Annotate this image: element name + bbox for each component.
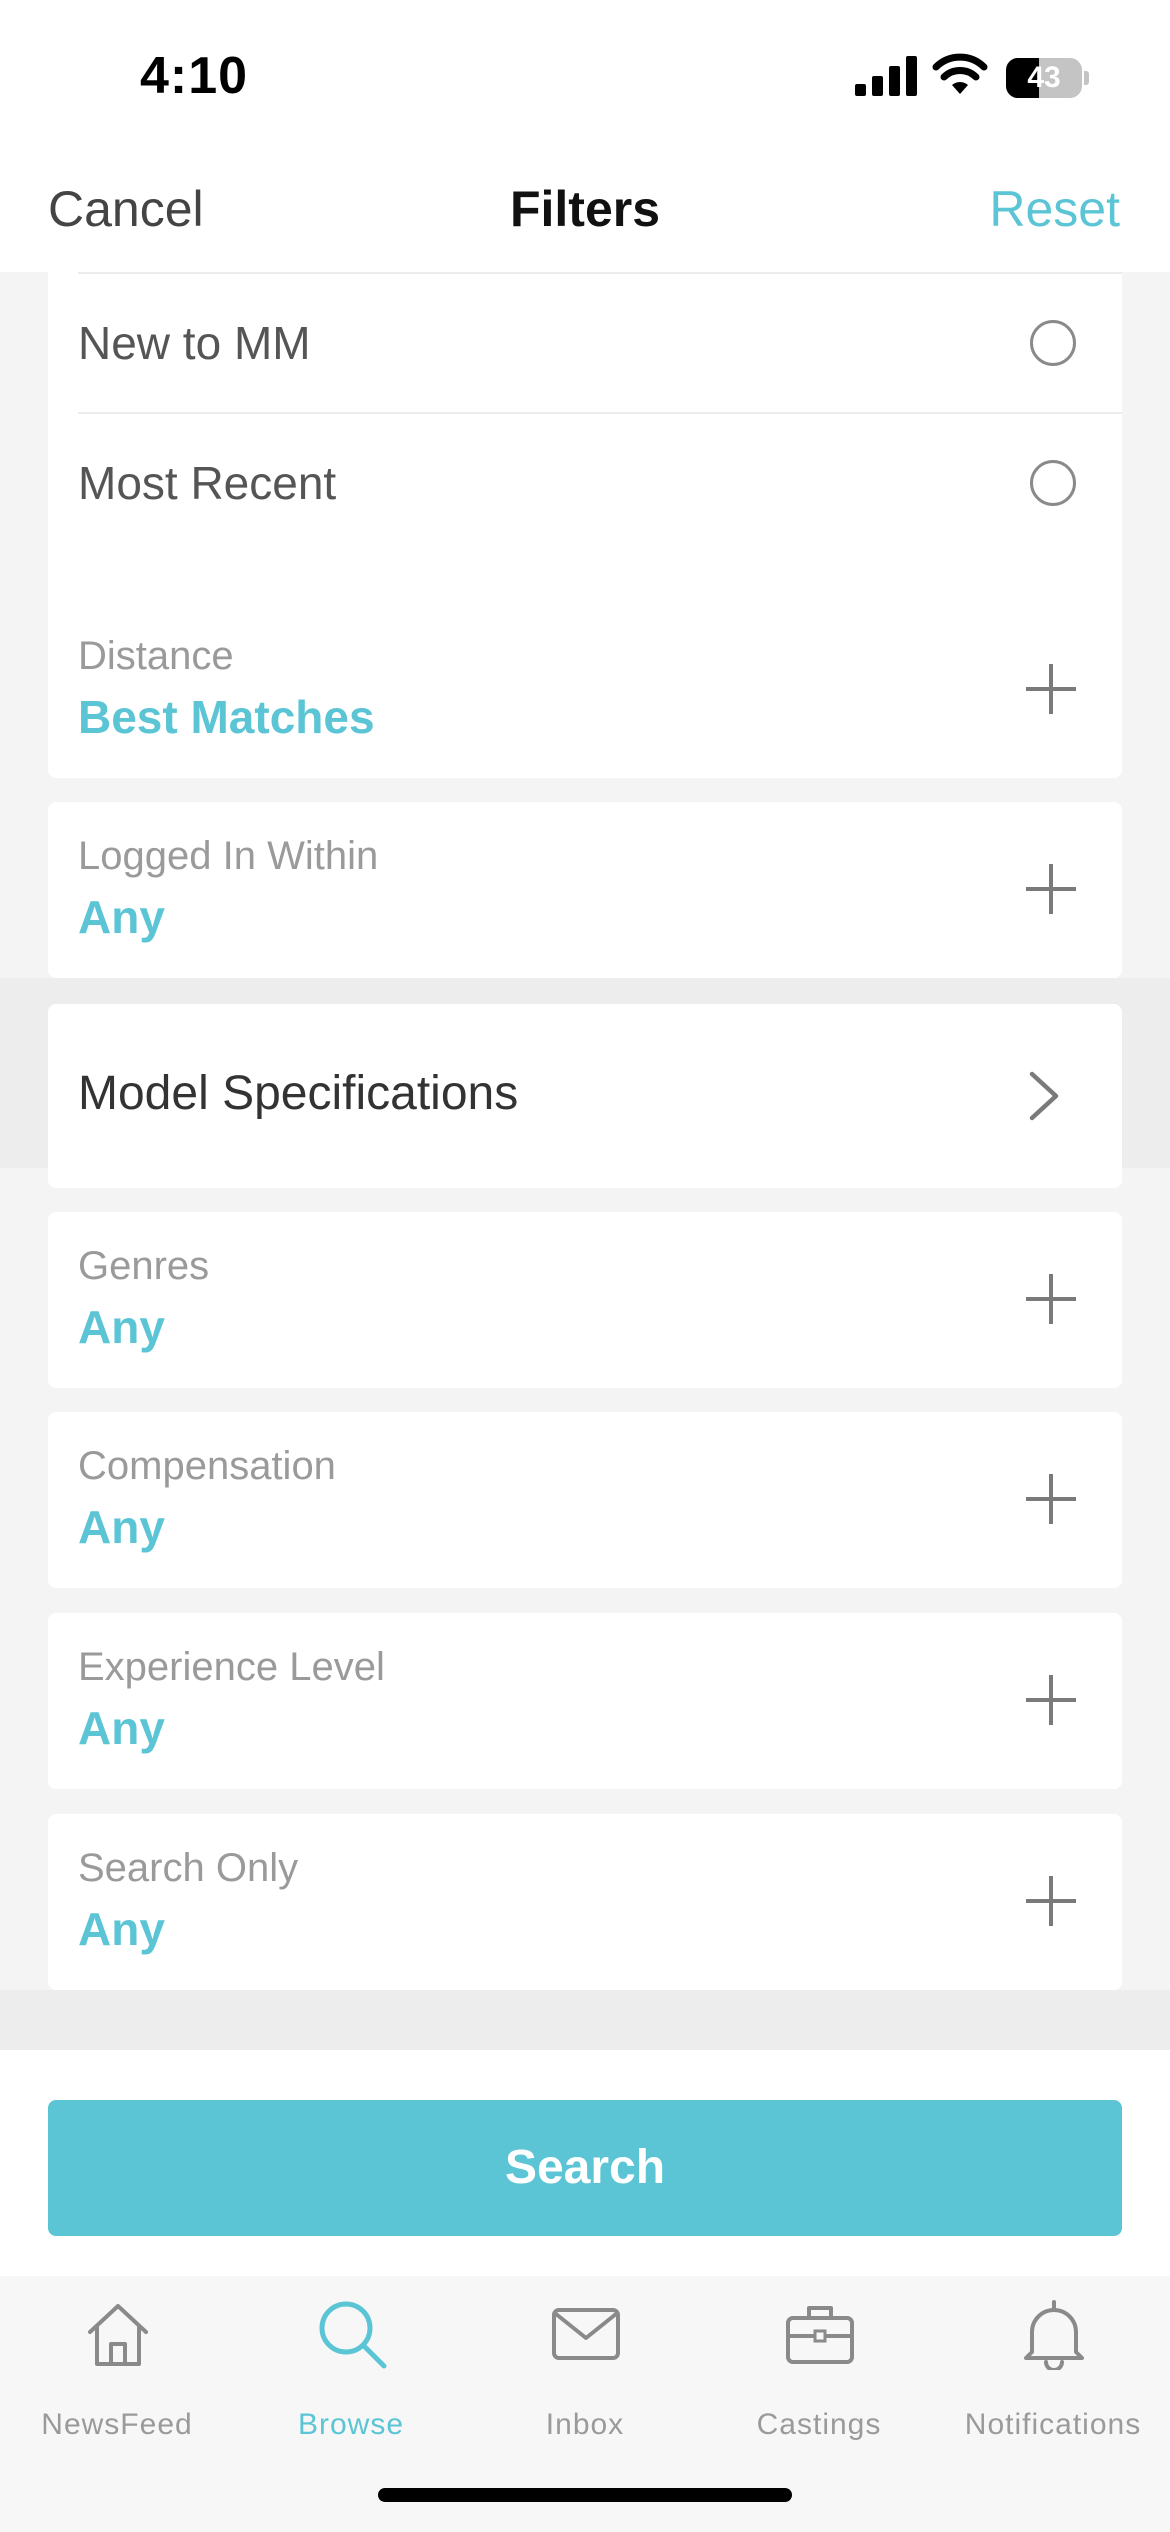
filter-logged-in-within[interactable]: Logged In Within Any xyxy=(48,802,1122,978)
model-specifications-label: Model Specifications xyxy=(78,1067,519,1120)
filter-genres[interactable]: Genres Any xyxy=(48,1212,1122,1388)
home-indicator[interactable] xyxy=(378,2488,792,2502)
sort-option-most-recent[interactable]: Most Recent xyxy=(78,414,1092,552)
radio-button[interactable] xyxy=(1030,320,1076,366)
tab-newsfeed[interactable]: NewsFeed xyxy=(0,2298,234,2448)
plus-icon[interactable] xyxy=(1026,1675,1076,1725)
bell-icon xyxy=(1024,2300,1084,2370)
envelope-icon xyxy=(552,2308,620,2360)
filter-value: Any xyxy=(78,1903,165,1955)
cellular-signal-icon xyxy=(855,56,917,96)
section-band xyxy=(0,1990,1170,2050)
filter-search-only[interactable]: Search Only Any xyxy=(48,1814,1122,1990)
filter-experience-level[interactable]: Experience Level Any xyxy=(48,1613,1122,1789)
filters-list[interactable]: New to MM Most Recent Distance Best Matc… xyxy=(0,272,1170,2050)
filter-distance[interactable]: Distance Best Matches xyxy=(48,602,1122,778)
tab-inbox[interactable]: Inbox xyxy=(468,2298,702,2448)
cancel-button[interactable]: Cancel xyxy=(48,180,204,238)
status-time: 4:10 xyxy=(140,47,249,105)
filter-label: Experience Level xyxy=(78,1645,385,1689)
filter-label: Compensation xyxy=(78,1444,336,1488)
nav-bar: Cancel Filters Reset xyxy=(0,150,1170,272)
radio-button[interactable] xyxy=(1030,460,1076,506)
sort-option-label: Most Recent xyxy=(78,457,337,509)
filter-value: Any xyxy=(78,1702,165,1754)
tab-label: NewsFeed xyxy=(41,2408,193,2441)
house-icon xyxy=(88,2304,148,2366)
status-bar: 4:10 43 xyxy=(0,0,1170,150)
tab-browse[interactable]: Browse xyxy=(234,2298,468,2448)
battery-percent: 43 xyxy=(1027,61,1061,94)
filter-value: Any xyxy=(78,891,165,943)
tab-notifications[interactable]: Notifications xyxy=(936,2298,1170,2448)
filter-label: Search Only xyxy=(78,1846,299,1890)
plus-icon[interactable] xyxy=(1026,1876,1076,1926)
model-specifications-row[interactable]: Model Specifications xyxy=(48,1004,1122,1188)
plus-icon[interactable] xyxy=(1026,1274,1076,1324)
filter-value: Any xyxy=(78,1301,165,1353)
sort-options-card: New to MM Most Recent xyxy=(48,272,1122,648)
search-footer: Search xyxy=(0,2050,1170,2276)
magnifier-icon xyxy=(319,2301,387,2369)
battery-indicator: 43 xyxy=(1006,58,1090,98)
filter-label: Logged In Within xyxy=(78,834,379,878)
filter-value: Best Matches xyxy=(78,691,375,743)
sort-option-new-to-mm[interactable]: New to MM xyxy=(78,274,1092,412)
tab-label: Notifications xyxy=(964,2408,1142,2441)
tab-label: Inbox xyxy=(545,2408,625,2441)
sort-option-label: New to MM xyxy=(78,317,311,369)
tab-label: Castings xyxy=(756,2408,882,2441)
plus-icon[interactable] xyxy=(1026,1474,1076,1524)
wifi-icon xyxy=(932,53,988,94)
filter-compensation[interactable]: Compensation Any xyxy=(48,1412,1122,1588)
filter-label: Distance xyxy=(78,634,234,678)
tab-castings[interactable]: Castings xyxy=(702,2298,936,2448)
reset-button[interactable]: Reset xyxy=(989,180,1120,238)
search-button[interactable]: Search xyxy=(48,2100,1122,2236)
plus-icon[interactable] xyxy=(1026,864,1076,914)
tab-label: Browse xyxy=(297,2408,405,2441)
filter-value: Any xyxy=(78,1501,165,1553)
plus-icon[interactable] xyxy=(1026,664,1076,714)
chevron-right-icon xyxy=(1029,1071,1059,1121)
briefcase-icon xyxy=(786,2306,854,2364)
filter-label: Genres xyxy=(78,1244,210,1288)
